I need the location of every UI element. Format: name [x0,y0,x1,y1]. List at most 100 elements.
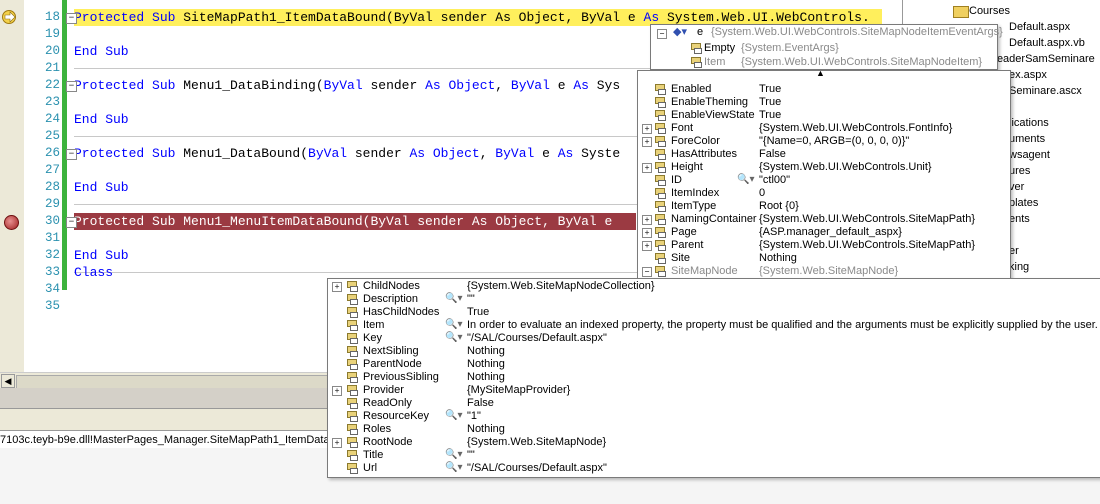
code-line[interactable]: Protected Sub Menu1_DataBound(ByVal send… [74,145,620,162]
property-value: {System.Web.UI.WebControls.SiteMapPath} [759,239,976,251]
property-icon [655,214,666,225]
code-token: As [409,146,433,161]
code-line[interactable]: End Sub [74,43,129,60]
property-icon [347,307,358,318]
scroll-up-icon[interactable]: ▲ [816,67,825,80]
code-line[interactable]: End Sub [74,179,129,196]
collapse-icon[interactable]: − [66,13,77,24]
property-icon [655,136,666,147]
expand-icon[interactable]: + [642,215,652,225]
property-name: Item [363,319,385,331]
code-token: ByVal [510,78,558,93]
line-number: 25 [44,129,60,143]
property-name: ResourceKey [363,410,430,422]
property-name: ReadOnly [363,397,412,409]
code-token: Protected Sub [74,78,184,93]
solution-item[interactable]: ents [1009,213,1030,225]
collapse-icon[interactable]: − [66,81,77,92]
code-token: Class [74,265,114,280]
property-value: True [467,306,490,318]
property-name: ID [671,174,682,186]
code-line[interactable]: Class [74,264,113,281]
datatip-e[interactable]: − ◆▾ e {System.Web.UI.WebControls.SiteMapNo… [650,24,1003,70]
scroll-left-icon[interactable]: ◀ [1,374,15,388]
solution-item[interactable]: Default.aspx.vb [1009,37,1085,49]
collapse-icon[interactable]: − [66,149,77,160]
magnifier-icon[interactable]: 🔍▾ [445,319,462,330]
expand-icon[interactable]: + [332,438,342,448]
code-token: End Sub [74,180,129,195]
property-icon [655,97,666,108]
solution-item[interactable]: king [1009,261,1029,273]
collapse-icon[interactable]: − [657,29,667,39]
solution-item[interactable]: Default.aspx [1009,21,1070,33]
property-value: {System.Web.UI.WebControls.SiteMapNodeIt… [741,56,983,68]
expand-icon[interactable]: + [642,163,652,173]
magnifier-icon[interactable]: 🔍▾ [445,332,462,343]
magnifier-icon[interactable]: 🔍▾ [737,174,754,185]
code-token: sender [354,146,410,161]
expand-icon[interactable]: + [642,124,652,134]
solution-item[interactable]: ex.aspx [1009,69,1047,81]
solution-item[interactable]: ver [1009,181,1024,193]
property-icon [347,463,358,474]
property-value: False [467,397,494,409]
solution-item[interactable]: Courses [969,5,1010,17]
property-name: HasChildNodes [363,306,440,318]
property-icon [655,266,666,277]
property-value: 0 [759,187,766,199]
code-line[interactable]: End Sub [74,111,129,128]
solution-item[interactable]: uments [1009,133,1045,145]
solution-item[interactable]: plates [1009,197,1038,209]
property-name: Height [671,161,703,173]
property-value: Nothing [467,371,505,383]
property-icon [655,188,666,199]
expand-icon[interactable]: − [642,267,652,277]
expand-icon[interactable]: + [332,282,342,292]
property-value: {System.Web.UI.WebControls.Unit} [759,161,932,173]
solution-item[interactable]: HeaderSamSeminare [989,53,1095,65]
property-value: "/SAL/Courses/Default.aspx" [467,462,607,474]
property-value: {System.EventArgs} [741,42,839,54]
property-value: "ctl00" [759,174,791,186]
magnifier-icon[interactable]: 🔍▾ [445,462,462,473]
property-value: Nothing [467,358,505,370]
datatip-sitemapnode[interactable]: + ChildNodes {System.Web.SiteMapNodeCollec… [327,278,1100,478]
code-line[interactable]: Protected Sub Menu1_DataBinding(ByVal se… [74,77,620,94]
property-icon [655,84,666,95]
property-icon [347,281,358,292]
code-token: Protected Sub Menu1_MenuItemDataBound(By… [74,214,621,229]
property-value: {System.Web.SiteMapNode} [759,265,899,277]
property-value: True [759,109,782,121]
magnifier-icon[interactable]: 🔍▾ [445,410,462,421]
magnifier-icon[interactable]: 🔍▾ [445,293,462,304]
datatip-item[interactable]: ▲ Enabled True EnableTheming True EnableViewS… [637,67,1011,280]
collapse-icon[interactable]: − [66,217,77,228]
solution-item[interactable]: wsagent [1009,149,1050,161]
property-icon [347,372,358,383]
code-line[interactable]: Protected Sub Menu1_MenuItemDataBound(By… [74,213,620,230]
code-token: Syste [581,146,621,161]
property-icon [347,333,358,344]
line-number: 33 [44,265,60,279]
breakpoint-icon[interactable] [4,215,19,230]
solution-item[interactable]: Seminare.ascx [1009,85,1082,97]
property-value: Nothing [467,423,505,435]
expand-icon[interactable]: + [642,137,652,147]
code-token: As [635,10,667,25]
expand-icon[interactable]: + [642,228,652,238]
property-name: HasAttributes [671,148,738,160]
expand-icon[interactable]: + [642,241,652,251]
property-name: ItemIndex [671,187,720,199]
code-line[interactable]: End Sub [74,247,129,264]
code-token: System.Web.UI.WebControls. [666,10,870,25]
solution-item[interactable]: lications [1009,117,1049,129]
line-number: 32 [44,248,60,262]
solution-item[interactable]: ures [1009,165,1030,177]
magnifier-icon[interactable]: 🔍▾ [445,449,462,460]
property-value: {System.Web.SiteMapNodeCollection} [467,280,655,292]
variable-name: e [697,26,704,38]
property-icon [655,162,666,173]
line-number: 19 [44,27,60,41]
expand-icon[interactable]: + [332,386,342,396]
